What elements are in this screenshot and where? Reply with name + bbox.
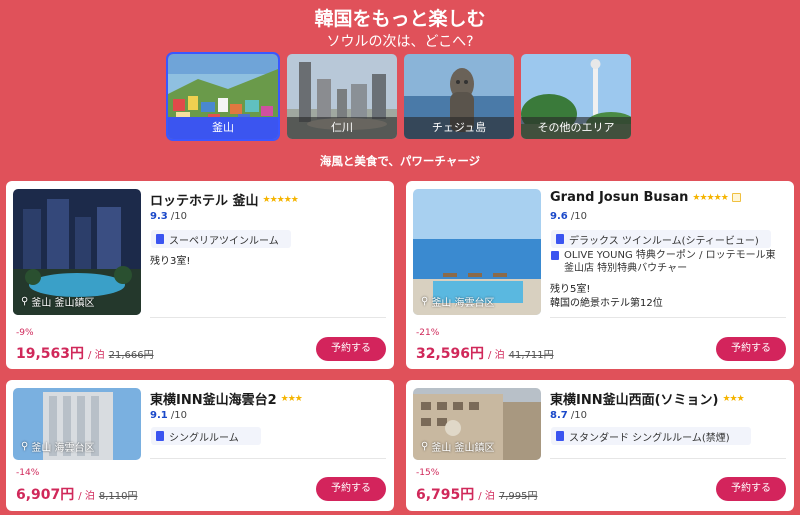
room-type: スーペリアツインルーム (151, 230, 291, 248)
ranking-note: 韓国の絶景ホテル第12位 (550, 298, 663, 309)
star-rating-icon: ★★★★★ (692, 192, 728, 203)
hotel-name[interactable]: ロッテホテル 釜山 (150, 190, 259, 209)
star-rating-icon: ★★★ (280, 393, 303, 404)
bed-icon (556, 234, 564, 244)
price: 6,907円 / 泊 8,110円 (16, 484, 138, 504)
hotel-photo: ⚲ 釜山 海雲台区 (13, 388, 141, 460)
perk-label: OLIVE YOUNG 特典クーポン / ロッテモール東釜山店 特別特典バウチャ… (564, 250, 776, 274)
location-pin-icon: ⚲ (421, 441, 429, 452)
price: 6,795円 / 泊 7,995円 (416, 484, 538, 504)
per-night: / 泊 (478, 491, 495, 502)
destination-label: その他のエリア (521, 117, 631, 139)
book-button[interactable]: 予約する (716, 477, 786, 501)
rating-score: 9.3 (150, 211, 168, 222)
destination-tile-busan[interactable]: 釜山 (166, 52, 280, 141)
hotel-card[interactable]: ⚲ 釜山 海雲台区 Grand Josun Busan ★★★★★ 9.6 /10 … (406, 181, 794, 369)
rating-max: /10 (170, 211, 187, 222)
hotel-card[interactable]: ⚲ 釜山 釜山鎮区 ロッテホテル 釜山 ★★★★★ 9.3 /10 スーペリアツイン… (6, 181, 394, 369)
hotel-photo: ⚲ 釜山 釜山鎮区 (413, 388, 541, 460)
perk-info: OLIVE YOUNG 特典クーポン / ロッテモール東釜山店 特別特典バウチャ… (551, 249, 781, 275)
book-button[interactable]: 予約する (316, 477, 386, 501)
availability-note: 残り5室! (550, 284, 591, 295)
hotel-location: 釜山 海雲台区 (431, 298, 495, 309)
per-night: / 泊 (88, 350, 105, 361)
hotel-name[interactable]: 東横INN釜山西面(ソミョン) (550, 389, 718, 408)
current-price: 19,563円 (16, 346, 85, 362)
hotel-rating: 9.3 /10 (150, 211, 187, 222)
location-pin-icon: ⚲ (21, 441, 29, 452)
bed-icon (156, 431, 164, 441)
room-label: デラックス ツインルーム(シティービュー) (569, 235, 759, 247)
hotel-rating: 9.6 /10 (550, 211, 587, 222)
hotel-rating: 8.7 /10 (550, 410, 587, 421)
destination-label: 釜山 (168, 117, 278, 139)
hotel-photo: ⚲ 釜山 海雲台区 (413, 189, 541, 315)
room-type: シングルルーム (151, 427, 261, 445)
divider (150, 458, 386, 459)
current-price: 6,795円 (416, 487, 475, 503)
original-price: 8,110円 (98, 491, 138, 502)
room-type: デラックス ツインルーム(シティービュー) (551, 230, 771, 248)
certified-badge-icon (731, 193, 741, 202)
discount-badge: -15% (416, 468, 440, 478)
room-label: シングルルーム (169, 432, 239, 444)
rating-max: /10 (170, 410, 187, 421)
discount-badge: -9% (16, 328, 34, 338)
current-price: 6,907円 (16, 487, 75, 503)
section-tagline: 海風と美食で、パワーチャージ (319, 154, 481, 168)
hotel-rating: 9.1 /10 (150, 410, 187, 421)
location-pin-icon: ⚲ (421, 296, 429, 307)
bed-icon (156, 234, 164, 244)
hotel-location: 釜山 釜山鎮区 (431, 443, 495, 454)
divider (550, 317, 786, 318)
hotel-card[interactable]: ⚲ 釜山 海雲台区 東横INN釜山海雲台2 ★★★ 9.1 /10 シングルルーム … (6, 380, 394, 511)
discount-badge: -14% (16, 468, 40, 478)
hotel-location: 釜山 海雲台区 (31, 443, 95, 454)
divider (150, 317, 386, 318)
per-night: / 泊 (78, 491, 95, 502)
room-type: スタンダード シングルルーム(禁煙) (551, 427, 751, 445)
destination-label: 仁川 (287, 117, 397, 139)
destination-tile-other[interactable]: その他のエリア (521, 54, 631, 139)
original-price: 7,995円 (498, 491, 538, 502)
gift-icon (551, 251, 559, 260)
page-title: 韓国をもっと楽しむ (314, 8, 486, 30)
price: 19,563円 / 泊 21,666円 (16, 343, 154, 363)
hotel-photo: ⚲ 釜山 釜山鎮区 (13, 189, 141, 315)
destination-tile-jeju[interactable]: チェジュ島 (404, 54, 514, 139)
location-pin-icon: ⚲ (21, 296, 29, 307)
rating-max: /10 (570, 410, 587, 421)
page-subtitle: ソウルの次は、どこへ? (326, 34, 474, 50)
star-rating-icon: ★★★★★ (262, 194, 299, 205)
rating-max: /10 (570, 211, 587, 222)
destination-tile-incheon[interactable]: 仁川 (287, 54, 397, 139)
divider (550, 458, 786, 459)
hotel-location: 釜山 釜山鎮区 (31, 298, 95, 309)
rating-score: 8.7 (550, 410, 568, 421)
current-price: 32,596円 (416, 346, 485, 362)
price: 32,596円 / 泊 41,711円 (416, 343, 554, 363)
star-rating-icon: ★★★ (722, 393, 744, 404)
rating-score: 9.1 (150, 410, 168, 421)
original-price: 41,711円 (508, 350, 554, 361)
hotel-card[interactable]: ⚲ 釜山 釜山鎮区 東横INN釜山西面(ソミョン) ★★★ 8.7 /10 スタンダ… (406, 380, 794, 511)
room-label: スタンダード シングルルーム(禁煙) (569, 432, 730, 444)
rating-score: 9.6 (550, 211, 568, 222)
hotel-name[interactable]: Grand Josun Busan (550, 190, 688, 205)
destination-label: チェジュ島 (404, 117, 514, 139)
hotel-name[interactable]: 東横INN釜山海雲台2 (150, 389, 277, 408)
per-night: / 泊 (488, 350, 505, 361)
discount-badge: -21% (416, 328, 440, 338)
bed-icon (556, 431, 564, 441)
original-price: 21,666円 (108, 350, 154, 361)
room-label: スーペリアツインルーム (169, 235, 279, 247)
book-button[interactable]: 予約する (716, 337, 786, 361)
availability-note: 残り3室! (150, 256, 191, 267)
book-button[interactable]: 予約する (316, 337, 386, 361)
